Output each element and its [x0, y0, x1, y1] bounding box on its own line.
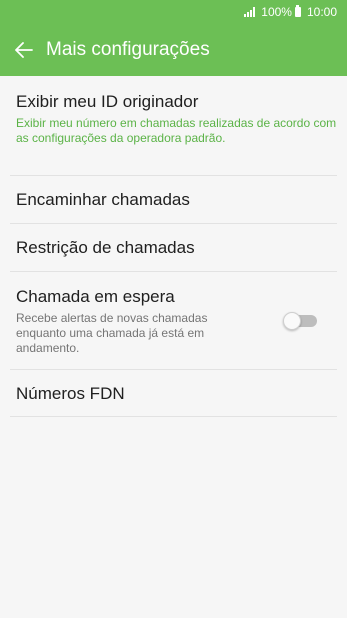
arrow-left-icon[interactable]	[12, 38, 36, 62]
setting-fdn-numbers[interactable]: Números FDN	[10, 370, 337, 417]
setting-title: Números FDN	[16, 384, 125, 403]
setting-title: Restrição de chamadas	[16, 238, 195, 257]
setting-title: Encaminhar chamadas	[16, 190, 190, 209]
battery-percent: 100%	[261, 5, 292, 19]
signal-icon	[244, 7, 256, 17]
call-waiting-toggle[interactable]	[283, 312, 319, 330]
setting-call-waiting[interactable]: Chamada em espera Recebe alertas de nova…	[10, 272, 337, 370]
setting-call-barring[interactable]: Restrição de chamadas	[10, 224, 337, 272]
setting-call-forwarding[interactable]: Encaminhar chamadas	[10, 176, 337, 224]
battery-icon	[294, 5, 301, 17]
status-bar: 100% 10:00	[0, 0, 347, 24]
setting-description: Recebe alertas de novas chamadas enquant…	[16, 311, 208, 355]
setting-title: Chamada em espera	[16, 287, 175, 306]
settings-list: Exibir meu ID originador Exibir meu núme…	[0, 76, 347, 417]
toggle-thumb	[283, 312, 301, 330]
setting-description: Exibir meu número em chamadas realizadas…	[16, 116, 337, 145]
setting-title: Exibir meu ID originador	[16, 92, 199, 111]
page-title: Mais configurações	[46, 39, 210, 60]
screen: 100% 10:00 Mais configurações Exibir meu…	[0, 0, 347, 618]
app-bar: Mais configurações	[0, 24, 347, 76]
clock: 10:00	[306, 5, 337, 19]
setting-caller-id[interactable]: Exibir meu ID originador Exibir meu núme…	[10, 76, 337, 176]
